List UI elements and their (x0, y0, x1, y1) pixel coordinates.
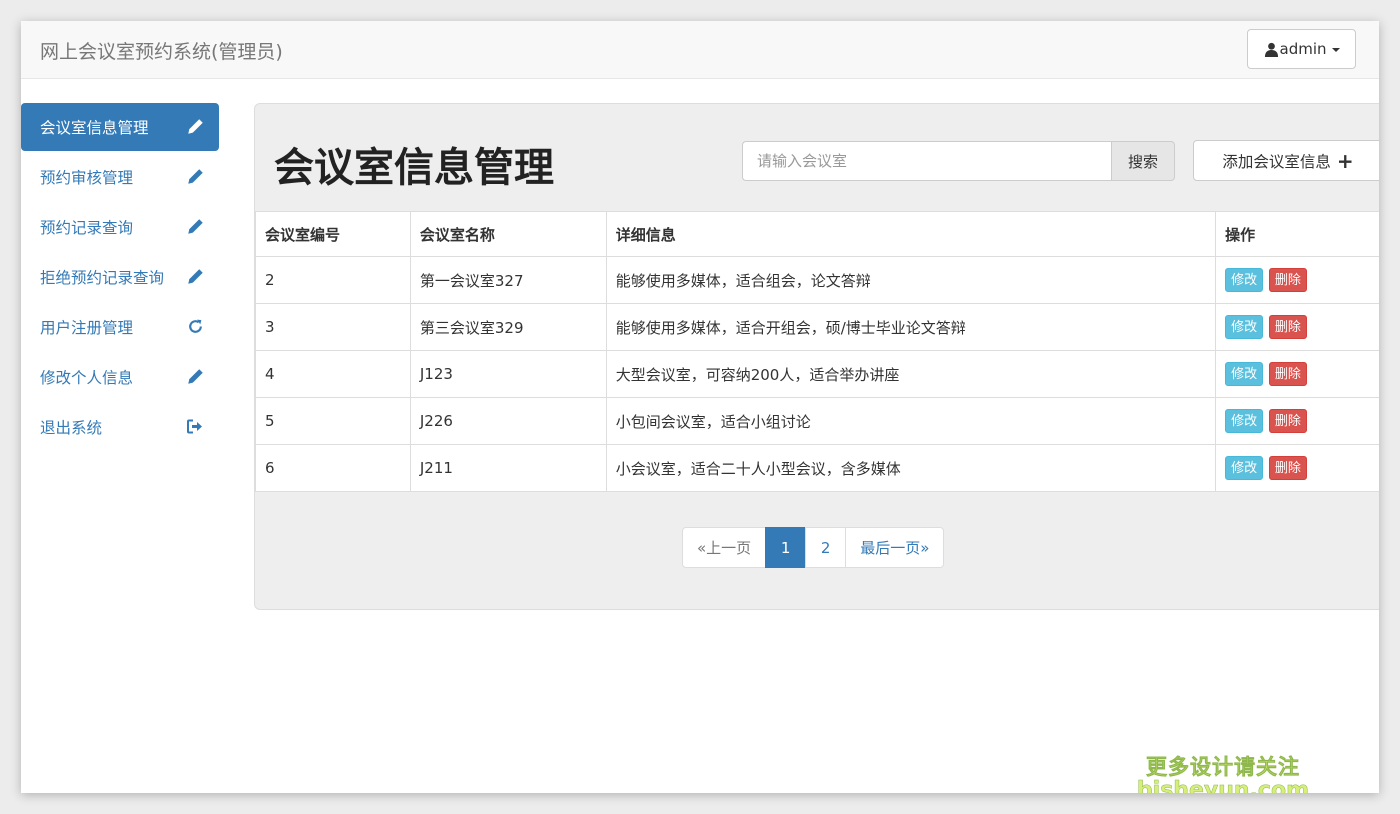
sidebar-item-edit-profile[interactable]: 修改个人信息 (21, 353, 219, 401)
cell-actions: 修改 删除 (1215, 397, 1379, 445)
sidebar-item-label: 会议室信息管理 (40, 119, 149, 137)
sidebar: 会议室信息管理 预约审核管理 预约记录查询 拒绝预约记录查询 用户注册管理 修改… (21, 103, 219, 453)
add-room-label: 添加会议室信息 (1222, 152, 1331, 171)
edit-button[interactable]: 修改 (1225, 456, 1264, 480)
user-name: admin (1279, 40, 1327, 58)
table-row: 6 J211 小会议室，适合二十人小型会议，含多媒体 修改 删除 (255, 444, 1379, 492)
table-header-row: 会议室编号 会议室名称 详细信息 操作 (255, 211, 1379, 257)
header-actions: 操作 (1215, 211, 1379, 257)
pencil-icon (185, 266, 205, 286)
cell-room-detail: 大型会议室，可容纳200人，适合举办讲座 (605, 350, 1217, 398)
header-room-detail: 详细信息 (605, 211, 1217, 257)
add-room-button[interactable]: 添加会议室信息 + (1193, 140, 1379, 181)
page-link-2[interactable]: 2 (805, 527, 847, 568)
search-group: 搜索 (742, 141, 1175, 181)
delete-button[interactable]: 删除 (1268, 409, 1307, 433)
cell-room-id: 5 (255, 397, 411, 445)
app-brand[interactable]: 网上会议室预约系统(管理员) (40, 37, 283, 64)
user-icon (1264, 42, 1278, 57)
cell-room-name: J211 (409, 444, 607, 492)
cell-room-name: J226 (409, 397, 607, 445)
sidebar-item-label: 预约审核管理 (40, 169, 134, 187)
cell-room-id: 6 (255, 444, 411, 492)
pencil-icon (185, 216, 205, 236)
sidebar-item-label: 预约记录查询 (40, 219, 134, 237)
edit-button[interactable]: 修改 (1225, 315, 1264, 339)
sidebar-item-booking-review[interactable]: 预约审核管理 (21, 153, 219, 201)
cell-actions: 修改 删除 (1215, 256, 1379, 304)
header-room-name: 会议室名称 (409, 211, 607, 257)
pagination: «上一页 1 2 最后一页» (682, 527, 945, 568)
cell-room-detail: 能够使用多媒体，适合开组会，硕/博士毕业论文答辩 (605, 303, 1217, 351)
sidebar-item-label: 修改个人信息 (40, 369, 134, 387)
room-table: 会议室编号 会议室名称 详细信息 操作 2 第一会议室327 能够使用多媒体，适… (255, 211, 1379, 492)
cell-room-name: J123 (409, 350, 607, 398)
page-title: 会议室信息管理 (274, 145, 554, 191)
table-row: 5 J226 小包间会议室，适合小组讨论 修改 删除 (255, 397, 1379, 445)
pencil-icon (185, 366, 205, 386)
edit-button[interactable]: 修改 (1225, 409, 1264, 433)
cell-room-detail: 小会议室，适合二十人小型会议，含多媒体 (605, 444, 1217, 492)
refresh-icon (185, 316, 205, 336)
top-navbar: 网上会议室预约系统(管理员) admin (21, 21, 1379, 79)
table-row: 3 第三会议室329 能够使用多媒体，适合开组会，硕/博士毕业论文答辩 修改 删… (255, 303, 1379, 351)
pencil-icon (185, 166, 205, 186)
logout-icon (185, 416, 205, 436)
cell-actions: 修改 删除 (1215, 444, 1379, 492)
user-menu-button[interactable]: admin (1247, 29, 1356, 69)
prev-page-link[interactable]: «上一页 (682, 527, 767, 568)
cell-actions: 修改 删除 (1215, 350, 1379, 398)
cell-room-name: 第三会议室329 (409, 303, 607, 351)
table-row: 2 第一会议室327 能够使用多媒体，适合组会，论文答辩 修改 删除 (255, 256, 1379, 304)
main-panel: 会议室信息管理 搜索 添加会议室信息 + 会议室编号 会议室名称 详细信息 操作… (254, 103, 1379, 610)
delete-button[interactable]: 删除 (1268, 456, 1307, 480)
cell-actions: 修改 删除 (1215, 303, 1379, 351)
delete-button[interactable]: 删除 (1268, 315, 1307, 339)
last-page-link[interactable]: 最后一页» (845, 527, 945, 568)
search-input[interactable] (742, 141, 1111, 181)
table-row: 4 J123 大型会议室，可容纳200人，适合举办讲座 修改 删除 (255, 350, 1379, 398)
sidebar-item-label: 退出系统 (40, 419, 103, 437)
plus-icon: + (1336, 148, 1354, 173)
cell-room-id: 3 (255, 303, 411, 351)
cell-room-id: 2 (255, 256, 411, 304)
edit-button[interactable]: 修改 (1225, 268, 1264, 292)
browser-window: 网上会议室预约系统(管理员) admin 会议室信息管理 预约审核管理 预约记录… (21, 21, 1379, 793)
watermark-line2: bisheyun.com (1136, 778, 1310, 793)
caret-down-icon (1331, 48, 1340, 52)
header-room-id: 会议室编号 (255, 211, 411, 257)
pencil-icon (185, 116, 205, 136)
cell-room-id: 4 (255, 350, 411, 398)
cell-room-name: 第一会议室327 (409, 256, 607, 304)
search-button[interactable]: 搜索 (1111, 141, 1175, 181)
delete-button[interactable]: 删除 (1268, 362, 1307, 386)
watermark-line1: 更多设计请关注 (1145, 755, 1300, 779)
edit-button[interactable]: 修改 (1225, 362, 1264, 386)
sidebar-item-label: 用户注册管理 (40, 319, 134, 337)
cell-room-detail: 能够使用多媒体，适合组会，论文答辩 (605, 256, 1217, 304)
sidebar-item-user-registration[interactable]: 用户注册管理 (21, 303, 219, 351)
sidebar-item-rejected-records[interactable]: 拒绝预约记录查询 (21, 253, 219, 301)
sidebar-item-room-management[interactable]: 会议室信息管理 (21, 103, 219, 151)
sidebar-item-logout[interactable]: 退出系统 (21, 403, 219, 451)
sidebar-item-label: 拒绝预约记录查询 (40, 269, 165, 287)
sidebar-item-booking-records[interactable]: 预约记录查询 (21, 203, 219, 251)
delete-button[interactable]: 删除 (1268, 268, 1307, 292)
site-watermark: 更多设计请关注 bisheyun.com (1136, 755, 1310, 793)
cell-room-detail: 小包间会议室，适合小组讨论 (605, 397, 1217, 445)
page-link-1[interactable]: 1 (765, 527, 807, 568)
